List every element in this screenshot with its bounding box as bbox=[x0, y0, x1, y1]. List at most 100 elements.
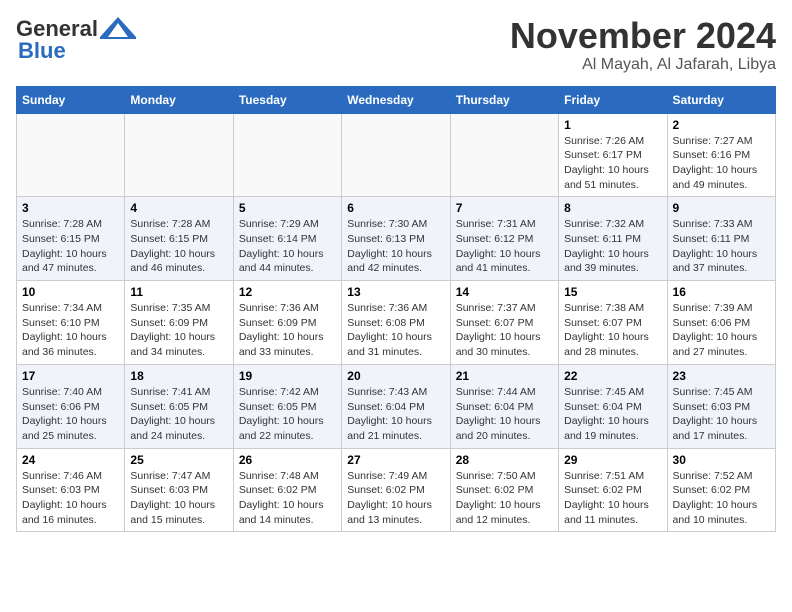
calendar-cell: 4 Sunrise: 7:28 AM Sunset: 6:15 PM Daylig… bbox=[125, 197, 233, 281]
day-info: Sunrise: 7:51 AM Sunset: 6:02 PM Dayligh… bbox=[564, 469, 661, 528]
day-info: Sunrise: 7:35 AM Sunset: 6:09 PM Dayligh… bbox=[130, 301, 227, 360]
day-info: Sunrise: 7:47 AM Sunset: 6:03 PM Dayligh… bbox=[130, 469, 227, 528]
day-number: 4 bbox=[130, 201, 227, 215]
day-number: 20 bbox=[347, 369, 444, 383]
day-number: 10 bbox=[22, 285, 119, 299]
weekday-header-monday: Monday bbox=[125, 86, 233, 113]
calendar-header-row: SundayMondayTuesdayWednesdayThursdayFrid… bbox=[17, 86, 776, 113]
calendar-week-row: 3 Sunrise: 7:28 AM Sunset: 6:15 PM Daylig… bbox=[17, 197, 776, 281]
day-number: 25 bbox=[130, 453, 227, 467]
calendar-cell: 23 Sunrise: 7:45 AM Sunset: 6:03 PM Dayli… bbox=[667, 364, 775, 448]
day-number: 23 bbox=[673, 369, 770, 383]
day-number: 28 bbox=[456, 453, 553, 467]
day-info: Sunrise: 7:39 AM Sunset: 6:06 PM Dayligh… bbox=[673, 301, 770, 360]
title-area: November 2024 Al Mayah, Al Jafarah, Liby… bbox=[510, 16, 776, 74]
day-info: Sunrise: 7:46 AM Sunset: 6:03 PM Dayligh… bbox=[22, 469, 119, 528]
calendar-cell: 9 Sunrise: 7:33 AM Sunset: 6:11 PM Daylig… bbox=[667, 197, 775, 281]
day-info: Sunrise: 7:36 AM Sunset: 6:08 PM Dayligh… bbox=[347, 301, 444, 360]
logo-icon bbox=[100, 17, 136, 39]
day-info: Sunrise: 7:52 AM Sunset: 6:02 PM Dayligh… bbox=[673, 469, 770, 528]
logo: General Blue bbox=[16, 16, 136, 64]
day-info: Sunrise: 7:44 AM Sunset: 6:04 PM Dayligh… bbox=[456, 385, 553, 444]
calendar-cell bbox=[125, 113, 233, 197]
weekday-header-friday: Friday bbox=[559, 86, 667, 113]
day-info: Sunrise: 7:37 AM Sunset: 6:07 PM Dayligh… bbox=[456, 301, 553, 360]
day-number: 9 bbox=[673, 201, 770, 215]
day-info: Sunrise: 7:41 AM Sunset: 6:05 PM Dayligh… bbox=[130, 385, 227, 444]
day-info: Sunrise: 7:33 AM Sunset: 6:11 PM Dayligh… bbox=[673, 217, 770, 276]
day-info: Sunrise: 7:26 AM Sunset: 6:17 PM Dayligh… bbox=[564, 134, 661, 193]
calendar-cell: 30 Sunrise: 7:52 AM Sunset: 6:02 PM Dayli… bbox=[667, 448, 775, 532]
day-info: Sunrise: 7:34 AM Sunset: 6:10 PM Dayligh… bbox=[22, 301, 119, 360]
calendar-cell: 27Sunrise: 7:49 AM Sunset: 6:02 PM Dayli… bbox=[342, 448, 450, 532]
calendar-week-row: 17 Sunrise: 7:40 AM Sunset: 6:06 PM Dayli… bbox=[17, 364, 776, 448]
day-number: 11 bbox=[130, 285, 227, 299]
day-info: Sunrise: 7:30 AM Sunset: 6:13 PM Dayligh… bbox=[347, 217, 444, 276]
calendar-cell: 13 Sunrise: 7:36 AM Sunset: 6:08 PM Dayli… bbox=[342, 281, 450, 365]
day-number: 19 bbox=[239, 369, 336, 383]
day-info: Sunrise: 7:50 AM Sunset: 6:02 PM Dayligh… bbox=[456, 469, 553, 528]
day-number: 5 bbox=[239, 201, 336, 215]
day-number: 18 bbox=[130, 369, 227, 383]
day-info: Sunrise: 7:38 AM Sunset: 6:07 PM Dayligh… bbox=[564, 301, 661, 360]
calendar-cell bbox=[342, 113, 450, 197]
day-info: Sunrise: 7:27 AM Sunset: 6:16 PM Dayligh… bbox=[673, 134, 770, 193]
day-info: Sunrise: 7:45 AM Sunset: 6:04 PM Dayligh… bbox=[564, 385, 661, 444]
calendar-cell: 18 Sunrise: 7:41 AM Sunset: 6:05 PM Dayli… bbox=[125, 364, 233, 448]
calendar-cell: 11 Sunrise: 7:35 AM Sunset: 6:09 PM Dayli… bbox=[125, 281, 233, 365]
day-info: Sunrise: 7:32 AM Sunset: 6:11 PM Dayligh… bbox=[564, 217, 661, 276]
calendar-cell: 12 Sunrise: 7:36 AM Sunset: 6:09 PM Dayli… bbox=[233, 281, 341, 365]
calendar-cell: 28 Sunrise: 7:50 AM Sunset: 6:02 PM Dayli… bbox=[450, 448, 558, 532]
day-info: Sunrise: 7:28 AM Sunset: 6:15 PM Dayligh… bbox=[130, 217, 227, 276]
weekday-header-wednesday: Wednesday bbox=[342, 86, 450, 113]
day-info: Sunrise: 7:31 AM Sunset: 6:12 PM Dayligh… bbox=[456, 217, 553, 276]
calendar-cell bbox=[17, 113, 125, 197]
weekday-header-sunday: Sunday bbox=[17, 86, 125, 113]
day-info: Sunrise: 7:28 AM Sunset: 6:15 PM Dayligh… bbox=[22, 217, 119, 276]
calendar-table: SundayMondayTuesdayWednesdayThursdayFrid… bbox=[16, 86, 776, 533]
logo-blue: Blue bbox=[18, 38, 66, 64]
day-number: 1 bbox=[564, 118, 661, 132]
calendar-cell bbox=[233, 113, 341, 197]
day-number: 17 bbox=[22, 369, 119, 383]
day-number: 14 bbox=[456, 285, 553, 299]
day-number: 16 bbox=[673, 285, 770, 299]
calendar-cell: 20Sunrise: 7:43 AM Sunset: 6:04 PM Dayli… bbox=[342, 364, 450, 448]
day-number: 15 bbox=[564, 285, 661, 299]
day-info: Sunrise: 7:29 AM Sunset: 6:14 PM Dayligh… bbox=[239, 217, 336, 276]
day-info: Sunrise: 7:49 AM Sunset: 6:02 PM Dayligh… bbox=[347, 469, 444, 528]
day-number: 2 bbox=[673, 118, 770, 132]
day-number: 12 bbox=[239, 285, 336, 299]
day-info: Sunrise: 7:40 AM Sunset: 6:06 PM Dayligh… bbox=[22, 385, 119, 444]
calendar-week-row: 24Sunrise: 7:46 AM Sunset: 6:03 PM Dayli… bbox=[17, 448, 776, 532]
calendar-cell: 7Sunrise: 7:31 AM Sunset: 6:12 PM Daylig… bbox=[450, 197, 558, 281]
calendar-cell: 21Sunrise: 7:44 AM Sunset: 6:04 PM Dayli… bbox=[450, 364, 558, 448]
day-number: 22 bbox=[564, 369, 661, 383]
day-info: Sunrise: 7:36 AM Sunset: 6:09 PM Dayligh… bbox=[239, 301, 336, 360]
day-info: Sunrise: 7:42 AM Sunset: 6:05 PM Dayligh… bbox=[239, 385, 336, 444]
calendar-cell: 3 Sunrise: 7:28 AM Sunset: 6:15 PM Daylig… bbox=[17, 197, 125, 281]
day-number: 3 bbox=[22, 201, 119, 215]
calendar-cell: 8Sunrise: 7:32 AM Sunset: 6:11 PM Daylig… bbox=[559, 197, 667, 281]
calendar-cell: 1 Sunrise: 7:26 AM Sunset: 6:17 PM Daylig… bbox=[559, 113, 667, 197]
calendar-week-row: 1 Sunrise: 7:26 AM Sunset: 6:17 PM Daylig… bbox=[17, 113, 776, 197]
day-number: 29 bbox=[564, 453, 661, 467]
calendar-cell: 29 Sunrise: 7:51 AM Sunset: 6:02 PM Dayli… bbox=[559, 448, 667, 532]
calendar-cell: 10 Sunrise: 7:34 AM Sunset: 6:10 PM Dayli… bbox=[17, 281, 125, 365]
calendar-cell: 2 Sunrise: 7:27 AM Sunset: 6:16 PM Daylig… bbox=[667, 113, 775, 197]
day-number: 6 bbox=[347, 201, 444, 215]
calendar-cell: 17 Sunrise: 7:40 AM Sunset: 6:06 PM Dayli… bbox=[17, 364, 125, 448]
calendar-cell: 16 Sunrise: 7:39 AM Sunset: 6:06 PM Dayli… bbox=[667, 281, 775, 365]
day-info: Sunrise: 7:45 AM Sunset: 6:03 PM Dayligh… bbox=[673, 385, 770, 444]
page-header: General Blue November 2024 Al Mayah, Al … bbox=[16, 16, 776, 74]
calendar-cell: 19 Sunrise: 7:42 AM Sunset: 6:05 PM Dayli… bbox=[233, 364, 341, 448]
calendar-cell: 26Sunrise: 7:48 AM Sunset: 6:02 PM Dayli… bbox=[233, 448, 341, 532]
weekday-header-saturday: Saturday bbox=[667, 86, 775, 113]
month-title: November 2024 bbox=[510, 16, 776, 56]
calendar-week-row: 10 Sunrise: 7:34 AM Sunset: 6:10 PM Dayli… bbox=[17, 281, 776, 365]
day-number: 30 bbox=[673, 453, 770, 467]
day-number: 26 bbox=[239, 453, 336, 467]
calendar-cell bbox=[450, 113, 558, 197]
calendar-cell: 22 Sunrise: 7:45 AM Sunset: 6:04 PM Dayli… bbox=[559, 364, 667, 448]
day-number: 13 bbox=[347, 285, 444, 299]
